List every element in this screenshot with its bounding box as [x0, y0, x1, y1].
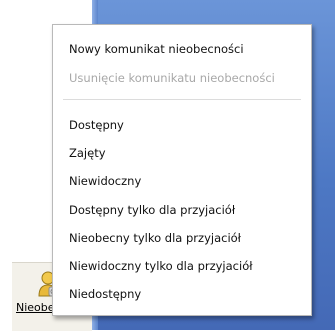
menu-separator [63, 99, 301, 100]
status-context-menu: Nowy komunikat nieobecności Usunięcie ko… [52, 24, 312, 316]
menu-item-invisible-friends-only[interactable]: Niewidoczny tylko dla przyjaciół [69, 258, 253, 274]
menu-item-invisible[interactable]: Niewidoczny [69, 173, 141, 189]
menu-item-new-away-message[interactable]: Nowy komunikat nieobecności [69, 41, 244, 57]
menu-item-remove-away-message: Usunięcie komunikatu nieobecności [69, 71, 275, 85]
menu-item-away-friends-only[interactable]: Nieobecny tylko dla przyjaciół [69, 230, 241, 246]
menu-item-available-friends-only[interactable]: Dostępny tylko dla przyjaciół [69, 202, 235, 218]
menu-item-busy[interactable]: Zajęty [69, 145, 106, 161]
menu-item-offline[interactable]: Niedostępny [69, 286, 141, 302]
menu-item-available[interactable]: Dostępny [69, 117, 124, 133]
